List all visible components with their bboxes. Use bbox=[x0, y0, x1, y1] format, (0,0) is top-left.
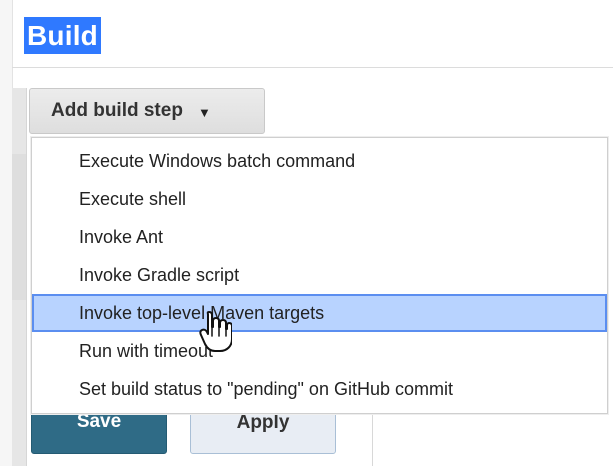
menu-item-gradle-script[interactable]: Invoke Gradle script bbox=[32, 256, 607, 294]
add-build-step-label: Add build step bbox=[51, 100, 183, 121]
menu-item-github-pending-status[interactable]: Set build status to "pending" on GitHub … bbox=[32, 370, 607, 408]
menu-item-invoke-ant[interactable]: Invoke Ant bbox=[32, 218, 607, 256]
section-divider bbox=[12, 67, 613, 68]
caret-down-icon: ▼ bbox=[197, 104, 211, 120]
menu-item-maven-targets[interactable]: Invoke top-level Maven targets bbox=[32, 294, 607, 332]
menu-item-execute-shell[interactable]: Execute shell bbox=[32, 180, 607, 218]
menu-item-run-with-timeout[interactable]: Run with timeout bbox=[32, 332, 607, 370]
left-gutter-shadow bbox=[12, 154, 26, 300]
build-step-dropdown: Execute Windows batch command Execute sh… bbox=[31, 137, 608, 414]
jenkins-configure-screen: Build Add build step ▼ Save Apply Execut… bbox=[0, 0, 613, 466]
build-section-title: Build bbox=[24, 17, 101, 54]
menu-item-windows-batch[interactable]: Execute Windows batch command bbox=[32, 142, 607, 180]
add-build-step-button[interactable]: Add build step ▼ bbox=[29, 88, 265, 134]
